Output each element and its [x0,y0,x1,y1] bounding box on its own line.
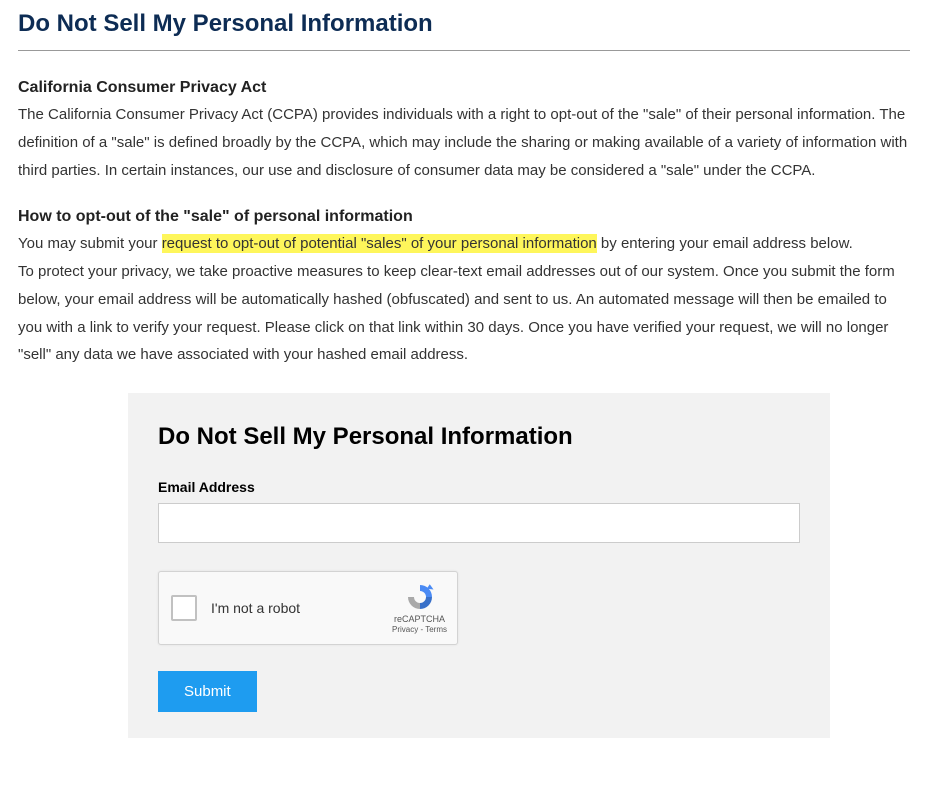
email-field[interactable] [158,503,800,543]
page-title: Do Not Sell My Personal Information [18,10,910,51]
section-ccpa-body: The California Consumer Privacy Act (CCP… [18,101,910,184]
recaptcha-label: I'm not a robot [211,600,392,616]
recaptcha-icon [403,582,437,612]
section-optout-line1: You may submit your request to opt-out o… [18,230,910,258]
section-optout-heading: How to opt-out of the "sale" of personal… [18,208,910,226]
submit-button[interactable]: Submit [158,671,257,712]
optout-line1-post: by entering your email address below. [597,235,853,252]
optout-form: Do Not Sell My Personal Information Emai… [128,393,830,738]
section-optout: How to opt-out of the "sale" of personal… [18,208,910,369]
recaptcha-badge: reCAPTCHA Privacy - Terms [392,582,447,634]
optout-line1-pre: You may submit your [18,235,162,252]
section-ccpa: California Consumer Privacy Act The Cali… [18,79,910,184]
optout-highlight: request to opt-out of potential "sales" … [162,234,597,253]
recaptcha-brand: reCAPTCHA [394,614,445,624]
recaptcha-checkbox[interactable] [171,595,197,621]
recaptcha-widget: I'm not a robot reCAPTCHA Privacy - Term… [158,571,458,645]
recaptcha-privacy-link[interactable]: Privacy [392,625,418,634]
section-ccpa-heading: California Consumer Privacy Act [18,79,910,97]
section-optout-line2: To protect your privacy, we take proacti… [18,258,910,369]
recaptcha-terms-link[interactable]: Terms [425,625,447,634]
form-title: Do Not Sell My Personal Information [158,423,800,451]
recaptcha-links: Privacy - Terms [392,625,447,634]
email-label: Email Address [158,479,800,495]
